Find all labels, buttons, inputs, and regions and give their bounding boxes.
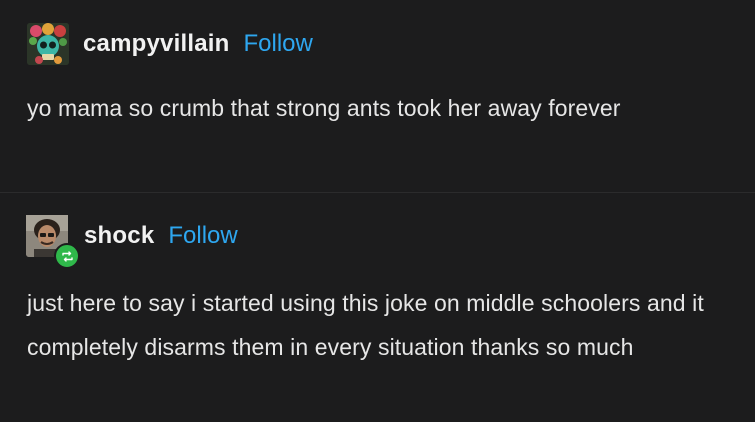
follow-button[interactable]: Follow	[243, 30, 312, 58]
post-shock: shock Follow just here to say i started …	[0, 192, 755, 422]
reblog-icon	[61, 250, 73, 262]
post-header: campyvillain Follow	[27, 22, 313, 66]
reblog-badge	[54, 243, 80, 269]
username[interactable]: shock	[84, 222, 154, 250]
avatar[interactable]	[26, 215, 80, 269]
username[interactable]: campyvillain	[83, 30, 229, 58]
avatar[interactable]	[27, 23, 69, 65]
follow-button[interactable]: Follow	[168, 222, 237, 250]
post-text: just here to say i started using this jo…	[27, 290, 704, 360]
skull-flowers-avatar-icon	[27, 23, 69, 65]
post-header: shock Follow	[26, 214, 238, 269]
post-text: yo mama so crumb that strong ants took h…	[27, 95, 621, 121]
post-campyvillain: campyvillain Follow yo mama so crumb tha…	[0, 0, 755, 192]
